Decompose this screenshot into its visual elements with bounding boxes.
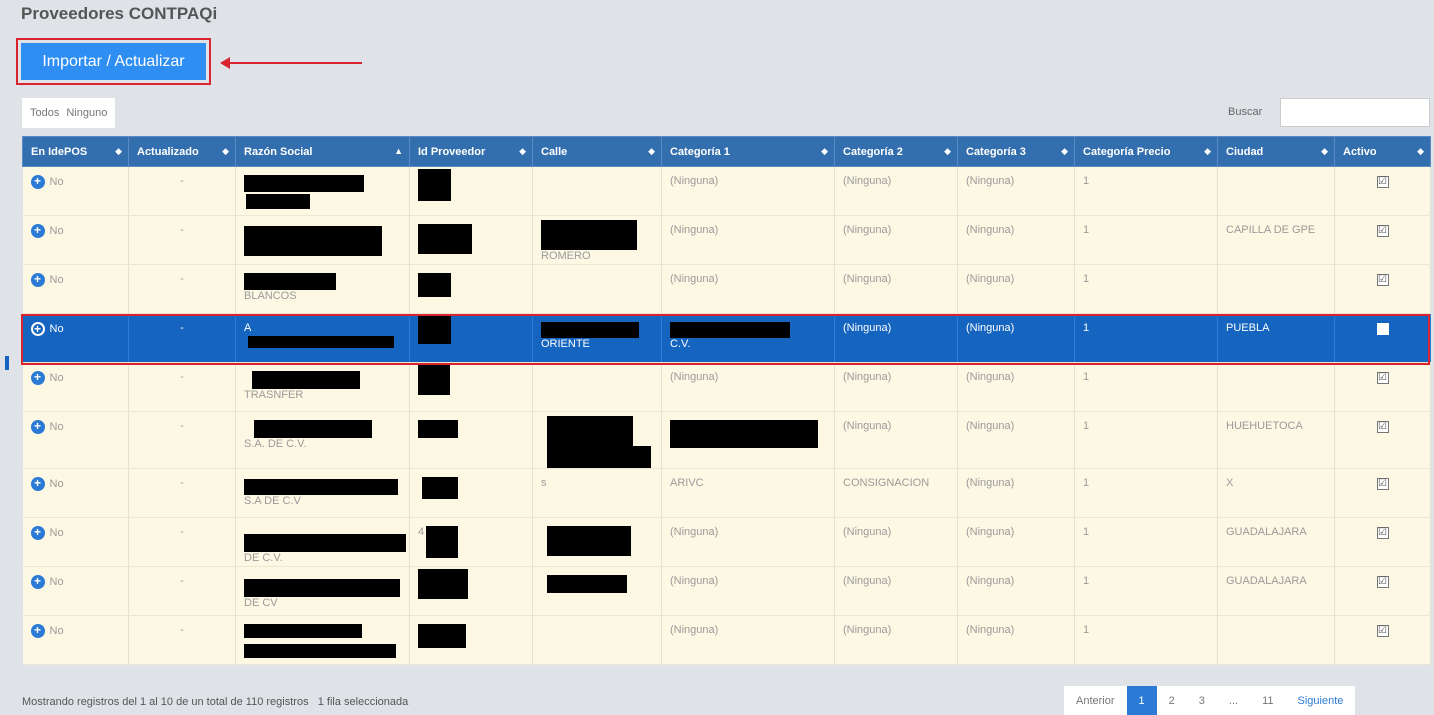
col-categoria-1[interactable]: Categoría 1 ◆ xyxy=(661,136,835,167)
active-checkbox[interactable]: ☑ xyxy=(1376,274,1389,286)
col-en-idepos[interactable]: En IdePOS ◆ xyxy=(22,136,129,167)
page-title: Proveedores CONTPAQi xyxy=(21,4,218,23)
active-checkbox[interactable]: ☑ xyxy=(1376,527,1389,539)
expand-icon[interactable]: + xyxy=(30,526,45,540)
page-1-button[interactable]: 1 xyxy=(1126,686,1157,715)
page-11-button[interactable]: 11 xyxy=(1250,686,1285,715)
active-checkbox[interactable]: ■ xyxy=(1376,323,1389,335)
active-checkbox[interactable]: ☑ xyxy=(1376,372,1389,384)
expand-icon[interactable]: + xyxy=(30,175,45,189)
page-next-button[interactable]: Siguiente xyxy=(1286,686,1356,715)
col-categoria-2[interactable]: Categoría 2 ◆ xyxy=(834,136,958,167)
table-row[interactable]: + No - S.A. DE C.V. (Ninguna) (Ninguna) 1… xyxy=(22,411,1431,469)
active-checkbox[interactable]: ☑ xyxy=(1376,421,1389,433)
table-row-selected[interactable]: + No - A ORIENTE C.V. (Ninguna) (Ninguna)… xyxy=(22,313,1431,363)
table-row[interactable]: + No - ROMERO (Ninguna) (Ninguna) (Ningun… xyxy=(22,215,1431,265)
expand-icon[interactable]: + xyxy=(30,575,45,589)
pagination: Anterior 1 2 3 ... 11 Siguiente xyxy=(1064,686,1356,715)
select-all-link[interactable]: Todos xyxy=(30,107,59,119)
table-row[interactable]: + No - BLANCOS (Ninguna) (Ninguna) (Ningu… xyxy=(22,264,1431,314)
expand-icon[interactable]: + xyxy=(30,273,45,287)
page-2-button[interactable]: 2 xyxy=(1157,686,1187,715)
col-ciudad[interactable]: Ciudad ◆ xyxy=(1217,136,1335,167)
table-row[interactable]: + No - DE C.V. 4 (Ninguna) (Ninguna) (Nin… xyxy=(22,517,1431,567)
expand-icon[interactable]: + xyxy=(30,477,45,491)
active-checkbox[interactable]: ☑ xyxy=(1376,176,1389,188)
expand-icon[interactable]: + xyxy=(30,624,45,638)
expand-icon[interactable]: + xyxy=(30,371,45,385)
col-calle[interactable]: Calle ◆ xyxy=(532,136,662,167)
search-input[interactable] xyxy=(1280,98,1430,127)
expand-icon[interactable]: + xyxy=(30,224,45,238)
pointer-arrow-icon xyxy=(220,57,362,69)
table-row[interactable]: + No - DE CV (Ninguna) (Ninguna) (Ninguna… xyxy=(22,566,1431,616)
active-checkbox[interactable]: ☑ xyxy=(1376,225,1389,237)
search-label: Buscar xyxy=(1228,106,1263,118)
table-row[interactable]: + No - (Ninguna) (Ninguna) (Ninguna) 1 ☑ xyxy=(22,615,1431,665)
col-categoria-3[interactable]: Categoría 3 ◆ xyxy=(957,136,1075,167)
table-header-row: En IdePOS ◆ Actualizado ◆ Razón Social ▲ Id… xyxy=(22,136,1431,167)
select-none-link[interactable]: Ninguno xyxy=(66,107,107,119)
table-info: Mostrando registros del 1 al 10 de un to… xyxy=(22,696,409,708)
col-id-proveedor[interactable]: Id Proveedor ◆ xyxy=(409,136,533,167)
col-categoria-precio[interactable]: Categoría Precio ◆ xyxy=(1074,136,1218,167)
page-3-button[interactable]: 3 xyxy=(1187,686,1217,715)
row-marker-icon xyxy=(5,356,9,370)
table-row[interactable]: + No - S.A DE C.V s ARIVC CONSIGNACION (N… xyxy=(22,468,1431,518)
col-activo[interactable]: Activo ◆ xyxy=(1334,136,1431,167)
table-row[interactable]: + No - TRASNFER (Ninguna) (Ninguna) (Ning… xyxy=(22,362,1431,412)
import-button-highlight: Importar / Actualizar xyxy=(16,38,211,85)
expand-icon[interactable]: + xyxy=(30,420,45,434)
page-previous-button[interactable]: Anterior xyxy=(1064,686,1127,715)
active-checkbox[interactable]: ☑ xyxy=(1376,478,1389,490)
col-razon-social[interactable]: Razón Social ▲ xyxy=(235,136,410,167)
active-checkbox[interactable]: ☑ xyxy=(1376,625,1389,637)
table-row[interactable]: + No - (Ninguna) (Ninguna) (Ninguna) 1 ☑ xyxy=(22,166,1431,216)
import-update-button[interactable]: Importar / Actualizar xyxy=(21,43,206,80)
active-checkbox[interactable]: ☑ xyxy=(1376,576,1389,588)
row-selector: Todos Ninguno xyxy=(22,98,116,128)
collapse-icon[interactable]: + xyxy=(30,322,45,336)
page-ellipsis: ... xyxy=(1228,694,1239,707)
col-actualizado[interactable]: Actualizado ◆ xyxy=(128,136,236,167)
suppliers-table: En IdePOS ◆ Actualizado ◆ Razón Social ▲ Id… xyxy=(22,136,1431,665)
